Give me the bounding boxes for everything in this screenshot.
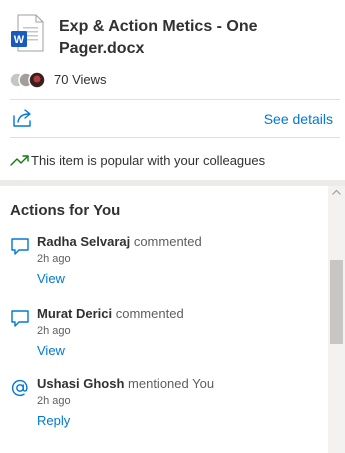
share-icon[interactable] [12, 108, 34, 128]
activity-action: mentioned You [124, 376, 215, 391]
activity-user[interactable]: Ushasi Ghosh [37, 376, 124, 391]
activity-text: Ushasi Ghosh mentioned You [37, 376, 214, 391]
views-row: 70 Views [10, 71, 340, 91]
popular-notice: This item is popular with your colleague… [10, 151, 340, 171]
file-title[interactable]: Exp & Action Metics - One Pager.docx [59, 16, 329, 60]
see-details-link[interactable]: See details [264, 111, 333, 127]
svg-text:W: W [14, 34, 25, 46]
scrollbar-thumb[interactable] [330, 260, 343, 344]
activity-text: Radha Selvaraj commented [37, 234, 202, 249]
reply-link[interactable]: Reply [37, 413, 70, 428]
view-link[interactable]: View [37, 343, 65, 358]
file-actions-row: See details [0, 104, 345, 134]
view-link[interactable]: View [37, 271, 65, 286]
activity-action: commented [112, 306, 184, 321]
file-details-panel: W Exp & Action Metics - One Pager.docx 7… [0, 0, 345, 453]
popular-text: This item is popular with your colleague… [31, 153, 266, 168]
activity-item: Murat Derici commented 2h ago View [0, 306, 328, 372]
file-header: W Exp & Action Metics - One Pager.docx [0, 0, 345, 68]
actions-for-you-section: Actions for You Radha Selvaraj commented… [0, 186, 345, 453]
activity-time: 2h ago [37, 395, 71, 407]
scroll-up-arrow-icon[interactable] [331, 188, 342, 197]
viewer-avatars[interactable] [10, 71, 52, 89]
activity-time: 2h ago [37, 325, 71, 337]
vertical-scrollbar[interactable] [328, 186, 345, 453]
section-title: Actions for You [10, 202, 121, 219]
comment-icon [11, 238, 29, 255]
activity-item: Radha Selvaraj commented 2h ago View [0, 234, 328, 300]
word-doc-icon: W [11, 14, 44, 52]
activity-time: 2h ago [37, 253, 71, 265]
activity-item: Ushasi Ghosh mentioned You 2h ago Reply [0, 376, 328, 442]
comment-icon [11, 310, 29, 327]
activity-text: Murat Derici commented [37, 306, 184, 321]
activity-user[interactable]: Murat Derici [37, 306, 112, 321]
activity-action: commented [130, 234, 202, 249]
trending-up-icon [10, 155, 29, 166]
divider [10, 137, 340, 138]
views-count: 70 Views [54, 72, 107, 87]
activity-user[interactable]: Radha Selvaraj [37, 234, 130, 249]
divider [10, 99, 340, 100]
mention-icon [11, 379, 28, 397]
